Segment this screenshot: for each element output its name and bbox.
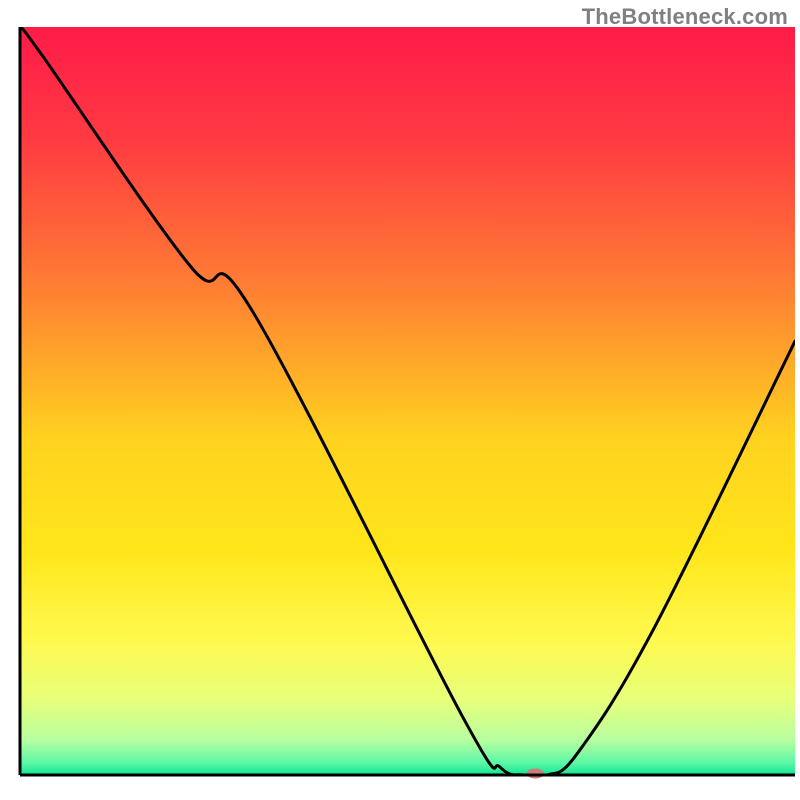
- gradient-background: [21, 27, 795, 774]
- chart-container: TheBottleneck.com: [0, 0, 800, 800]
- attribution-text: TheBottleneck.com: [582, 4, 788, 30]
- bottleneck-chart: [0, 0, 800, 800]
